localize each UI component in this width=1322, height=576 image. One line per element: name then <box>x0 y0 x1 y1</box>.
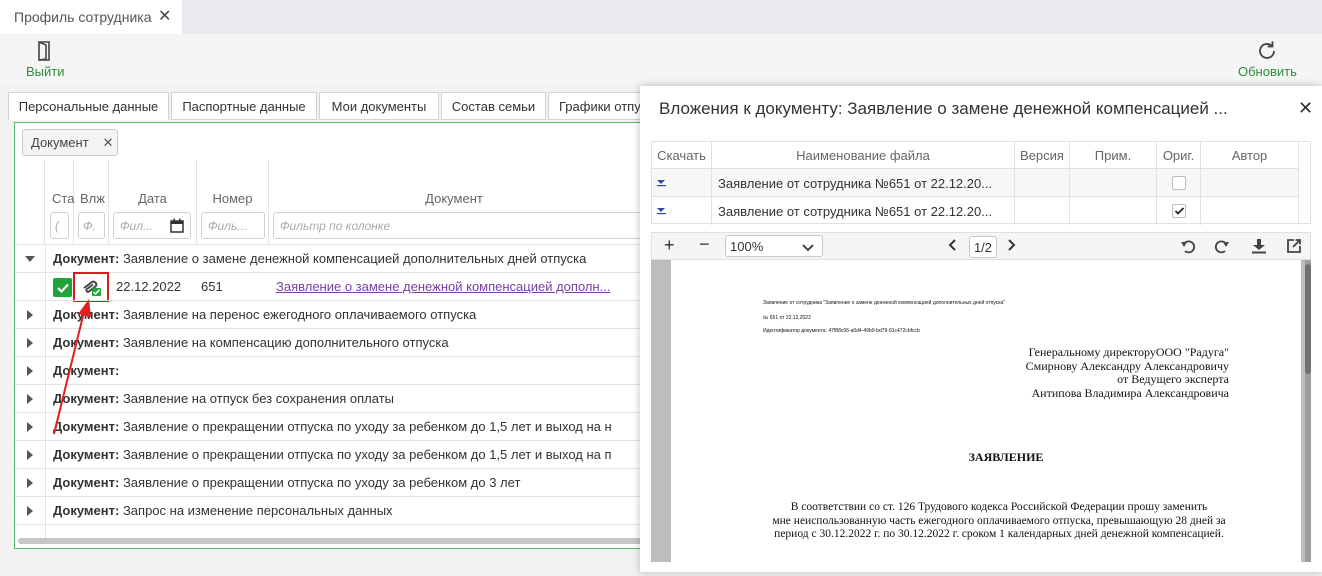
dialog-title: Вложения к документу: Заявление о замене… <box>659 99 1228 118</box>
page-input[interactable]: 1/2 <box>969 236 997 258</box>
rotate-right-icon[interactable] <box>1214 238 1230 257</box>
next-page-icon[interactable] <box>1008 239 1016 254</box>
header-label: Прим. <box>1094 147 1132 163</box>
chevron-down-icon <box>802 240 814 255</box>
attachments-table: Скачать Наименование файла Версия Прим. … <box>651 141 1311 225</box>
zoom-select[interactable]: 100% <box>725 235 823 257</box>
doc-header-line: № 651 от 22.12.2022 <box>763 315 811 321</box>
rotate-left-icon[interactable] <box>1180 238 1196 257</box>
zoom-in-icon[interactable]: + <box>664 235 675 256</box>
doc-header-line: Заявление от сотрудника "Заявление о зам… <box>763 300 1006 306</box>
download-icon[interactable] <box>1251 238 1267 257</box>
attachments-dialog: Вложения к документу: Заявление о замене… <box>640 86 1322 572</box>
original-checkbox[interactable] <box>1171 176 1186 190</box>
pdf-page: Заявление от сотрудника "Заявление о зам… <box>671 260 1301 562</box>
download-icon[interactable] <box>652 197 712 225</box>
col-author[interactable]: Автор <box>1201 142 1299 168</box>
col-original[interactable]: Ориг. <box>1157 142 1201 168</box>
body-line: В соответствии со ст. 126 Трудового коде… <box>790 501 1208 513</box>
col-version[interactable]: Версия <box>1015 142 1070 168</box>
table-row[interactable]: Заявление от сотрудника №651 от 22.12.20… <box>652 168 1299 197</box>
addressee-block: Генеральному директоруООО "Радуга" Смирн… <box>1025 345 1229 400</box>
addressee-line: от Ведущего эксперта <box>1117 372 1229 386</box>
pdf-scrollbar[interactable] <box>1305 260 1311 562</box>
close-icon[interactable]: ✕ <box>1298 98 1313 119</box>
header-label: Автор <box>1231 147 1268 163</box>
header-label: Ориг. <box>1162 147 1195 163</box>
zoom-value: 100% <box>730 238 764 254</box>
col-download[interactable]: Скачать <box>652 142 712 168</box>
pdf-viewer[interactable]: Заявление от сотрудника "Заявление о зам… <box>651 260 1311 562</box>
doc-body: В соответствии со ст. 126 Трудового коде… <box>755 501 1243 542</box>
header-label: Скачать <box>657 147 706 163</box>
body-line: мне неиспользованную часть ежегодного оп… <box>772 514 1226 527</box>
header-label: Наименование файла <box>796 147 930 163</box>
addressee-line: Смирнову Александру Александровичу <box>1025 358 1229 373</box>
doc-heading: ЗАЯВЛЕНИЕ <box>968 450 1044 464</box>
file-name: Заявление от сотрудника №651 от 22.12.20… <box>712 197 1015 225</box>
col-note[interactable]: Прим. <box>1070 142 1157 168</box>
download-icon[interactable] <box>652 169 712 197</box>
file-name: Заявление от сотрудника №651 от 22.12.20… <box>712 169 1015 197</box>
addressee-line: Генеральному директоруООО "Радуга" <box>1028 345 1229 359</box>
open-external-icon[interactable] <box>1286 238 1302 257</box>
original-checkbox-checked[interactable] <box>1171 204 1186 218</box>
zoom-out-icon[interactable]: − <box>699 234 710 255</box>
col-filename[interactable]: Наименование файла <box>712 142 1015 168</box>
doc-header-line: Идентификатор документа: 47f88c06-a0d4-4… <box>763 328 920 334</box>
scroll-thumb[interactable] <box>1305 264 1311 374</box>
table-row[interactable]: Заявление от сотрудника №651 от 22.12.20… <box>652 196 1299 225</box>
pdf-toolbar: + − 100% 1/2 <box>651 232 1311 260</box>
page-value: 1/2 <box>973 239 993 255</box>
prev-page-icon[interactable] <box>948 239 956 254</box>
addressee-line: Антипова Владимира Александровича <box>1031 385 1229 400</box>
body-line: период с 30.12.2022 г. по 30.12.2022 г. … <box>774 528 1224 540</box>
header-label: Версия <box>1020 147 1064 163</box>
